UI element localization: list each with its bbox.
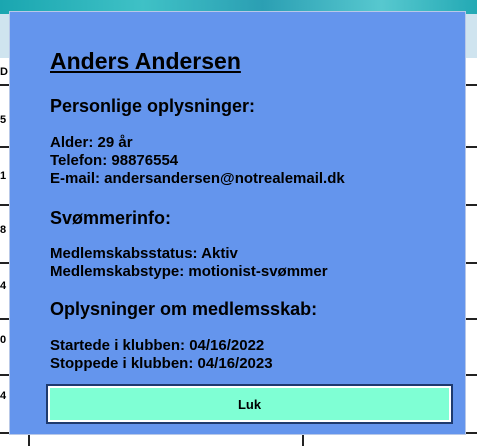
close-button[interactable]: Luk <box>46 384 453 424</box>
start-date-text: Startede i klubben: 04/16/2022 <box>50 337 265 354</box>
membership-type-text: Medlemskabstype: motionist-svømmer <box>50 263 328 280</box>
member-info-modal: Anders Andersen Personlige oplysninger: … <box>9 11 466 435</box>
age-text: Alder: 29 år <box>50 134 133 151</box>
member-name-title: Anders Andersen <box>50 48 241 74</box>
personal-info-heading: Personlige oplysninger: <box>50 96 256 116</box>
phone-text: Telefon: 98876554 <box>50 152 179 169</box>
membership-status-text: Medlemskabsstatus: Aktiv <box>50 245 238 262</box>
membership-info-heading: Oplysninger om medlemsskab: <box>50 299 318 319</box>
stop-date-text: Stoppede i klubben: 04/16/2023 <box>50 355 273 372</box>
email-text: E-mail: andersandersen@notrealemail.dk <box>50 170 345 187</box>
swimmer-info-heading: Svømmerinfo: <box>50 208 172 228</box>
